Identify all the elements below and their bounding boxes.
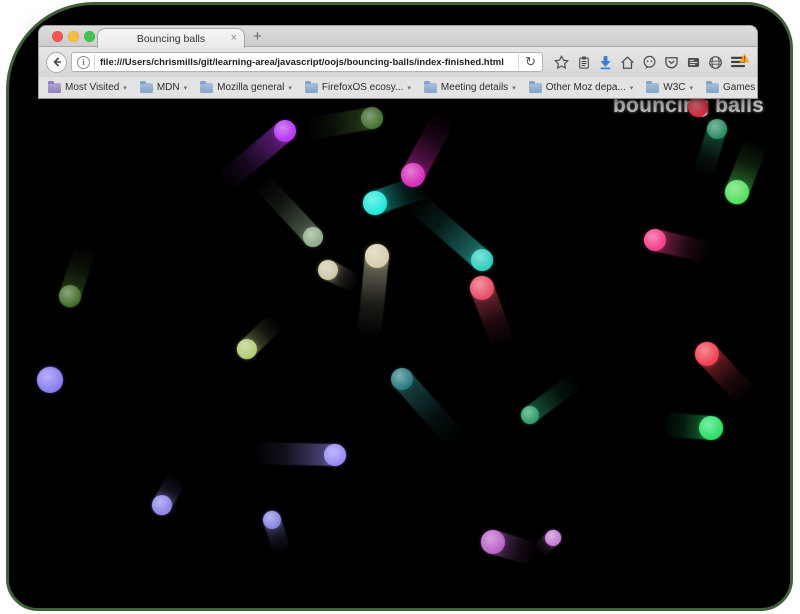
folder-icon (48, 83, 61, 93)
bookmark-star-icon[interactable] (553, 53, 570, 71)
menu-hamburger-icon[interactable] (729, 53, 746, 71)
ball (391, 368, 413, 390)
folder-icon (140, 83, 153, 93)
ball (545, 530, 561, 546)
ball (644, 229, 666, 251)
ball (471, 249, 493, 271)
url-bar[interactable]: i file:///Users/chrismills/git/learning-… (71, 52, 543, 72)
bookmarks-toolbar: Most Visited ▾ MDN ▾ Mozilla general ▾ F… (38, 77, 758, 99)
bookmark-item[interactable]: Most Visited ▾ (48, 82, 127, 93)
chevron-down-icon: ▾ (512, 84, 516, 92)
navigation-toolbar: i file:///Users/chrismills/git/learning-… (38, 47, 758, 77)
folder-icon (706, 83, 719, 93)
ball (699, 416, 723, 440)
bookmark-item[interactable]: Other Moz depa... ▾ (529, 82, 634, 93)
video-downloader-icon[interactable] (685, 53, 702, 71)
reading-list-icon[interactable] (575, 53, 592, 71)
ball (324, 444, 346, 466)
bookmark-label: Games (723, 82, 755, 93)
chevron-down-icon: ▾ (630, 84, 634, 92)
folder-icon (305, 83, 318, 93)
bookmark-item[interactable]: FirefoxOS ecosy... ▾ (305, 82, 411, 93)
divider (94, 55, 95, 69)
ball (707, 119, 727, 139)
bookmark-item[interactable]: MDN ▾ (140, 82, 187, 93)
ball (695, 342, 719, 366)
downloads-icon[interactable] (597, 53, 614, 71)
bookmark-label: Mozilla general (217, 82, 284, 93)
folder-icon (424, 83, 437, 93)
ball (59, 285, 81, 307)
ball (481, 530, 505, 554)
toolbar-icons (553, 53, 746, 71)
bookmark-item[interactable]: Meeting details ▾ (424, 82, 516, 93)
hello-chat-icon[interactable] (641, 53, 658, 71)
bookmark-label: Other Moz depa... (546, 82, 626, 93)
chevron-down-icon: ▾ (690, 84, 694, 92)
bookmark-item[interactable]: W3C ▾ (646, 82, 693, 93)
bookmark-item[interactable]: Mozilla general ▾ (200, 82, 292, 93)
ball (688, 97, 708, 117)
ball (725, 180, 749, 204)
ball (521, 406, 539, 424)
ball (152, 495, 172, 515)
update-warning-icon (739, 50, 750, 68)
back-arrow-icon (51, 56, 63, 68)
reload-icon[interactable]: ↻ (518, 54, 542, 70)
window-controls (52, 31, 95, 42)
url-text: file:///Users/chrismills/git/learning-ar… (100, 57, 518, 68)
ball (263, 511, 281, 529)
ball (274, 120, 296, 142)
ball (361, 107, 383, 129)
chevron-down-icon: ▾ (288, 84, 292, 92)
page-info-icon[interactable]: i (77, 56, 90, 69)
bookmark-label: W3C (663, 82, 685, 93)
minimize-window-button[interactable] (68, 31, 79, 42)
home-icon[interactable] (619, 53, 636, 71)
bookmark-item[interactable]: Games ▾ (706, 82, 758, 93)
close-window-button[interactable] (52, 31, 63, 42)
tab-bouncing-balls[interactable]: Bouncing balls × (97, 28, 245, 48)
bookmark-label: FirefoxOS ecosy... (322, 82, 404, 93)
ball (303, 227, 323, 247)
ball (470, 276, 494, 300)
tab-title: Bouncing balls (137, 33, 205, 45)
chevron-down-icon: ▾ (407, 84, 411, 92)
browser-window: Bouncing balls × + i file:///Users/chris… (38, 25, 758, 99)
ball (363, 191, 387, 215)
tab-bar: Bouncing balls × + (38, 25, 758, 47)
ball (365, 244, 389, 268)
pocket-icon[interactable] (663, 53, 680, 71)
new-tab-button[interactable]: + (253, 28, 262, 46)
screenshot-root: bouncing balls Bouncing balls × + (0, 0, 800, 614)
tab-close-icon[interactable]: × (231, 32, 237, 44)
bookmark-label: Most Visited (65, 82, 119, 93)
chevron-down-icon: ▾ (123, 84, 127, 92)
bookmark-label: MDN (157, 82, 180, 93)
chevron-down-icon: ▾ (184, 84, 188, 92)
bookmark-label: Meeting details (441, 82, 508, 93)
back-button[interactable] (46, 52, 67, 73)
zoom-window-button[interactable] (84, 31, 95, 42)
ball (237, 339, 257, 359)
ball (401, 163, 425, 187)
folder-icon (200, 83, 213, 93)
folder-icon (529, 83, 542, 93)
ball (318, 260, 338, 280)
folder-icon (646, 83, 659, 93)
services-globe-icon[interactable] (707, 53, 724, 71)
ball (37, 367, 63, 393)
